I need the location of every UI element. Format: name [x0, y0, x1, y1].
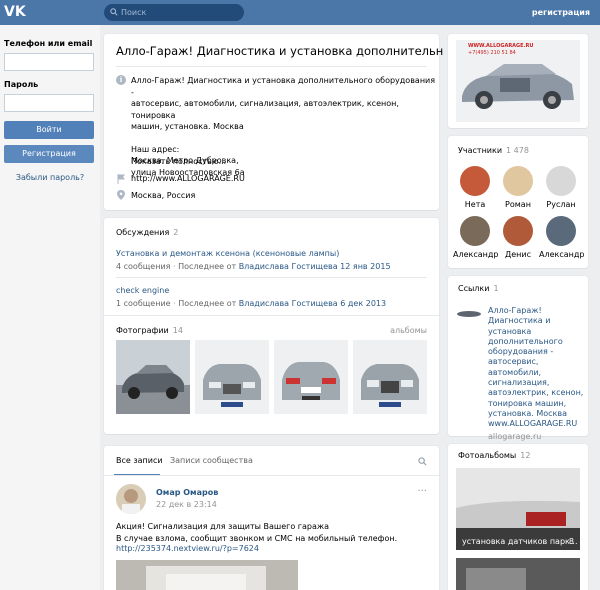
avatar[interactable]	[116, 484, 146, 514]
vk-logo[interactable]: VK	[4, 4, 26, 21]
member-name[interactable]: Роман	[496, 200, 540, 209]
tab-all-posts[interactable]: Все записи	[116, 456, 163, 465]
links-header[interactable]: Ссылки 1	[458, 284, 499, 293]
location-icon	[117, 190, 125, 200]
albums-link[interactable]: альбомы	[390, 326, 427, 335]
post-image[interactable]	[116, 560, 298, 590]
phone-label: Телефон или email	[4, 39, 93, 48]
member-name[interactable]: Александр	[539, 250, 584, 259]
photos-section: Фотографии 14 альбомы	[104, 316, 439, 434]
forgot-password-link[interactable]: Забыли пароль?	[0, 173, 100, 182]
album-count: 8	[568, 537, 574, 546]
photo-thumbnail[interactable]	[353, 340, 427, 414]
members-header[interactable]: Участники 1 478	[458, 146, 529, 155]
topic-meta: 4 сообщения · Последнее от Владислава Го…	[116, 262, 391, 271]
search-icon[interactable]	[418, 457, 427, 466]
photo-thumbnail[interactable]	[274, 340, 348, 414]
members-card: Участники 1 478 Нета Роман Руслан Алексан…	[448, 136, 588, 268]
member-name[interactable]: Денис	[496, 250, 540, 259]
discussions-photos-card: Обсуждения 2 Установка и демонтаж ксенона…	[104, 218, 439, 434]
link-domain: allogarage.ru	[488, 432, 542, 441]
link-title[interactable]: Алло-Гараж! Диагностика и установка допо…	[488, 306, 583, 430]
banner-phone-text: +7(495) 210 51 84	[468, 50, 516, 56]
member-avatar[interactable]	[460, 216, 490, 246]
show-more-link[interactable]: Показать полностью...	[131, 156, 226, 168]
photos-header[interactable]: Фотографии 14	[116, 326, 183, 335]
member-name[interactable]: Нета	[453, 200, 497, 209]
topic-author-link[interactable]: Владислава Гостищева	[239, 299, 338, 308]
register-link[interactable]: регистрация	[532, 8, 590, 17]
topic-meta: 1 сообщение · Последнее от Владислава Го…	[116, 299, 387, 308]
photo-thumbnail[interactable]	[195, 340, 269, 414]
topic-author-link[interactable]: Владислава Гостищева	[239, 262, 338, 271]
member-name[interactable]: Руслан	[539, 200, 583, 209]
register-button[interactable]: Регистрация	[4, 145, 94, 163]
links-card: Ссылки 1 Алло-Гараж! Диагностика и устано…	[448, 276, 588, 441]
login-sidebar: Телефон или email Пароль Войти Регистрац…	[0, 25, 100, 590]
group-cover-card: WWW.ALLOGARAGE.RU +7(495) 210 51 84	[448, 34, 588, 128]
member-avatar[interactable]	[503, 216, 533, 246]
top-header: VK регистрация	[0, 0, 600, 25]
tab-community-posts[interactable]: Записи сообщества	[170, 456, 253, 465]
password-label: Пароль	[4, 80, 39, 89]
search-icon	[110, 8, 118, 16]
post-menu-button[interactable]: ···	[417, 486, 427, 497]
topic-title[interactable]: check engine	[116, 286, 169, 295]
wall-card: Все записи Записи сообщества Омар Омаров…	[104, 446, 439, 590]
post-author[interactable]: Омар Омаров	[156, 488, 218, 497]
banner-site-text: WWW.ALLOGARAGE.RU	[468, 43, 534, 49]
post-link[interactable]: http://235374.nextview.ru/?p=7624	[116, 544, 259, 553]
group-cover-image[interactable]: WWW.ALLOGARAGE.RU +7(495) 210 51 84	[456, 40, 580, 122]
link-thumbnail[interactable]	[456, 310, 482, 318]
phone-field[interactable]	[4, 53, 94, 71]
login-button[interactable]: Войти	[4, 121, 94, 139]
member-avatar[interactable]	[546, 216, 576, 246]
location-link[interactable]: Москва, Россия	[131, 190, 195, 202]
album-title: установка датчиков парк...	[462, 537, 578, 546]
password-field[interactable]	[4, 94, 94, 112]
post-text: Акция! Сигнализация для защиты Вашего га…	[116, 522, 398, 543]
member-avatar[interactable]	[503, 166, 533, 196]
member-name[interactable]: Александр	[453, 250, 498, 259]
member-avatar[interactable]	[546, 166, 576, 196]
topic-title[interactable]: Установка и демонтаж ксенона (ксеноновые…	[116, 249, 339, 258]
discussions-header[interactable]: Обсуждения 2	[116, 228, 178, 237]
photo-albums-card: Фотоальбомы 12 установка датчиков парк...…	[448, 444, 588, 590]
flag-icon	[117, 174, 125, 184]
photo-thumbnail[interactable]	[116, 340, 190, 414]
album-cover[interactable]	[456, 558, 580, 590]
group-info-card: Алло-Гараж! Диагностика и установка допо…	[104, 34, 443, 210]
page-title: Алло-Гараж! Диагностика и установка допо…	[116, 44, 444, 58]
info-icon: i	[116, 75, 126, 85]
photo-albums-header[interactable]: Фотоальбомы 12	[458, 451, 530, 460]
post-date[interactable]: 22 дек в 23:14	[156, 500, 217, 509]
search-input[interactable]	[121, 6, 239, 19]
search-box[interactable]	[104, 4, 244, 21]
website-link[interactable]: http://www.ALLOGARAGE.RU	[131, 173, 245, 185]
member-avatar[interactable]	[460, 166, 490, 196]
album-cover[interactable]: установка датчиков парк... 8	[456, 468, 580, 550]
